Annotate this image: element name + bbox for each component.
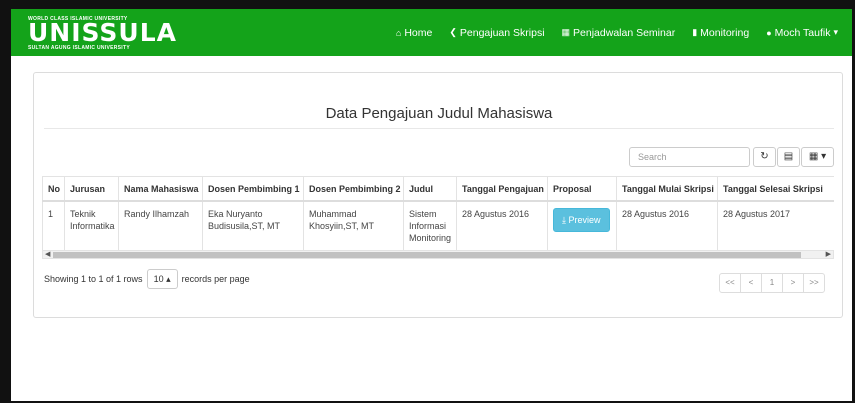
search-input[interactable]: Search	[629, 147, 750, 167]
nav-home[interactable]: ⌂ Home	[396, 27, 432, 39]
logo-name: UNISSULA	[28, 17, 177, 47]
nav-penjadwalan-label: Penjadwalan Seminar	[573, 26, 676, 39]
showing-text: Showing 1 to 1 of 1 rows	[44, 274, 143, 284]
column-header-dosen2[interactable]: Dosen Pembimbing 2	[303, 176, 404, 202]
user-icon: ●	[766, 27, 772, 38]
page-size-dropdown[interactable]: 10 ▴	[146, 269, 178, 289]
cell-jurusan: Teknik Informatika	[64, 201, 119, 250]
caret-down-icon: ▾	[821, 151, 827, 162]
refresh-icon: ↻	[760, 151, 769, 162]
nav-menu: ⌂ Home ❮ Pengajuan Skripsi ▦ Penjadwalan…	[379, 9, 838, 56]
share-icon: ❮	[449, 27, 457, 37]
scroll-right-arrow-icon[interactable]: ▶	[826, 250, 831, 258]
page-last-button[interactable]: >>	[803, 273, 825, 293]
data-table-container: No Jurusan Nama Mahasiswa Dosen Pembimbi…	[42, 176, 834, 250]
refresh-button[interactable]: ↻	[753, 147, 776, 167]
column-header-tanggal-selesai[interactable]: Tanggal Selesai Skripsi	[717, 176, 834, 202]
download-icon: ⤓	[562, 215, 566, 225]
cell-tanggal-pengajuan: 28 Agustus 2016	[456, 201, 548, 250]
nav-pengajuan-skripsi[interactable]: ❮ Pengajuan Skripsi	[449, 27, 544, 39]
page-next-button[interactable]: >	[782, 273, 804, 293]
data-table: No Jurusan Nama Mahasiswa Dosen Pembimbi…	[42, 176, 834, 250]
preview-button-label: Preview	[568, 215, 601, 225]
cell-dosen1: Eka Nuryanto Budisusila,ST, MT	[202, 201, 304, 250]
page-size-value: 10	[153, 274, 164, 284]
nav-penjadwalan-seminar[interactable]: ▦ Penjadwalan Seminar	[562, 27, 676, 39]
horizontal-scrollbar[interactable]: ◀ ▶	[42, 250, 834, 259]
records-per-page-text: records per page	[181, 274, 250, 284]
columns-dropdown-button[interactable]: ▦ ▾	[801, 147, 834, 167]
column-header-tanggal-pengajuan[interactable]: Tanggal Pengajuan	[456, 176, 548, 202]
cell-dosen2: Muhammad Khosyiin,ST, MT	[303, 201, 404, 250]
page-prev-button[interactable]: <	[740, 273, 762, 293]
cell-nama: Randy Ilhamzah	[118, 201, 203, 250]
title-divider	[44, 128, 834, 129]
calendar-icon: ▦	[561, 27, 571, 37]
nav-pengajuan-label: Pengajuan Skripsi	[459, 26, 545, 39]
cell-tanggal-mulai: 28 Agustus 2016	[616, 201, 718, 250]
page-title: Data Pengajuan Judul Mahasiswa	[325, 105, 553, 122]
pagination: << < 1 > >>	[719, 273, 825, 293]
window-frame-left	[0, 0, 11, 403]
preview-button[interactable]: ⤓ Preview	[553, 208, 610, 232]
scroll-left-arrow-icon[interactable]: ◀	[45, 250, 50, 258]
caret-down-icon: ▾	[833, 27, 838, 37]
navbar: WORLD CLASS ISLAMIC UNIVERSITY UNISSULA …	[11, 9, 852, 56]
toggle-view-button[interactable]: ▤	[777, 147, 800, 167]
column-header-nama[interactable]: Nama Mahasiswa	[118, 176, 203, 202]
nav-home-label: Home	[404, 26, 433, 39]
cell-tanggal-selesai: 28 Agustus 2017	[717, 201, 834, 250]
column-header-jurusan[interactable]: Jurusan	[64, 176, 119, 202]
nav-user-label: Moch Taufik	[774, 26, 831, 39]
unissula-logo[interactable]: WORLD CLASS ISLAMIC UNIVERSITY UNISSULA …	[28, 15, 176, 51]
file-icon: ▮	[692, 27, 698, 37]
scrollbar-thumb[interactable]	[53, 252, 801, 258]
caret-up-icon: ▴	[166, 274, 171, 284]
column-header-judul[interactable]: Judul	[403, 176, 457, 202]
list-view-icon: ▤	[783, 151, 794, 162]
cell-judul: Sistem Informasi Monitoring	[403, 201, 457, 250]
main-panel: Data Pengajuan Judul Mahasiswa Search ↻ …	[33, 72, 843, 318]
nav-monitoring-label: Monitoring	[700, 26, 750, 39]
columns-icon: ▦	[808, 151, 819, 162]
column-header-proposal[interactable]: Proposal	[547, 176, 617, 202]
page-current-button[interactable]: 1	[761, 273, 783, 293]
table-row: 1 Teknik Informatika Randy Ilhamzah Eka …	[42, 201, 834, 250]
page-first-button[interactable]: <<	[719, 273, 741, 293]
column-header-tanggal-mulai[interactable]: Tanggal Mulai Skripsi	[616, 176, 718, 202]
cell-no: 1	[42, 201, 65, 250]
cell-proposal: ⤓ Preview	[547, 201, 617, 250]
column-header-no[interactable]: No	[42, 176, 65, 202]
window-frame-top	[0, 0, 855, 9]
logo-tagline-bottom: SULTAN AGUNG ISLAMIC UNIVERSITY	[28, 44, 130, 51]
home-icon: ⌂	[395, 27, 402, 38]
table-header-row: No Jurusan Nama Mahasiswa Dosen Pembimbi…	[42, 176, 834, 202]
pagination-info: Showing 1 to 1 of 1 rows 10 ▴ records pe…	[44, 269, 250, 289]
column-header-dosen1[interactable]: Dosen Pembimbing 1	[202, 176, 304, 202]
nav-monitoring[interactable]: ▮ Monitoring	[692, 27, 749, 39]
nav-user-menu[interactable]: ● Moch Taufik ▾	[766, 27, 838, 39]
